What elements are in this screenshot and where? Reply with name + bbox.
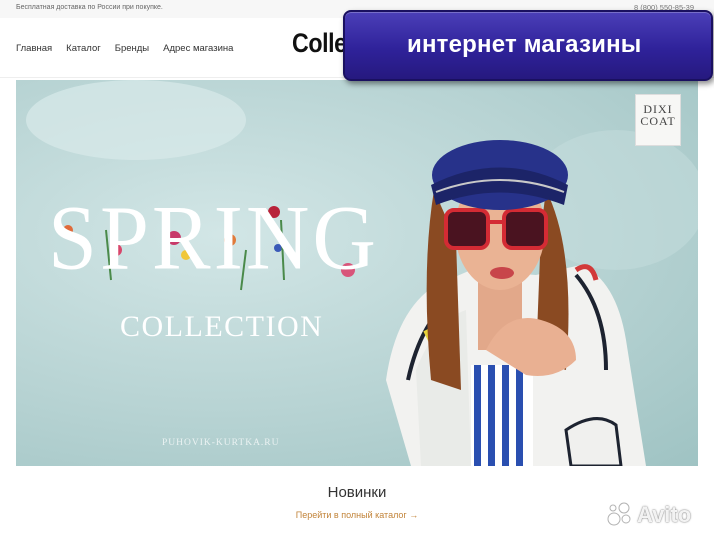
hero-subheadline: COLLECTION xyxy=(120,310,324,343)
free-delivery-text: Бесплатная доставка по России при покупк… xyxy=(16,4,163,11)
avito-watermark-text: Avito xyxy=(637,502,692,527)
avito-watermark: Avito xyxy=(607,500,707,530)
overlay-title-text: интернет магазины xyxy=(407,31,642,58)
main-nav: Главная Каталог Бренды Адрес магазина xyxy=(16,43,233,54)
avito-logo-icon xyxy=(607,502,631,526)
hero-headline: SPRING xyxy=(48,187,379,290)
brand-logo-badge: DIXI COAT xyxy=(635,94,681,146)
new-arrivals-title: Новинки xyxy=(327,484,387,501)
hero-banner[interactable]: SPRING COLLECTION PUHOVIK-KURTKA.RU DIXI… xyxy=(16,80,698,466)
nav-item-home[interactable]: Главная xyxy=(16,43,52,54)
brand-name-line2: COAT xyxy=(640,114,676,128)
nav-item-catalog[interactable]: Каталог xyxy=(66,43,101,54)
hero-site-caption: PUHOVIK-KURTKA.RU xyxy=(162,438,280,448)
nav-item-store-address[interactable]: Адрес магазина xyxy=(163,43,233,54)
overlay-title-banner: интернет магазины xyxy=(343,10,713,81)
nav-item-brands[interactable]: Бренды xyxy=(115,43,149,54)
